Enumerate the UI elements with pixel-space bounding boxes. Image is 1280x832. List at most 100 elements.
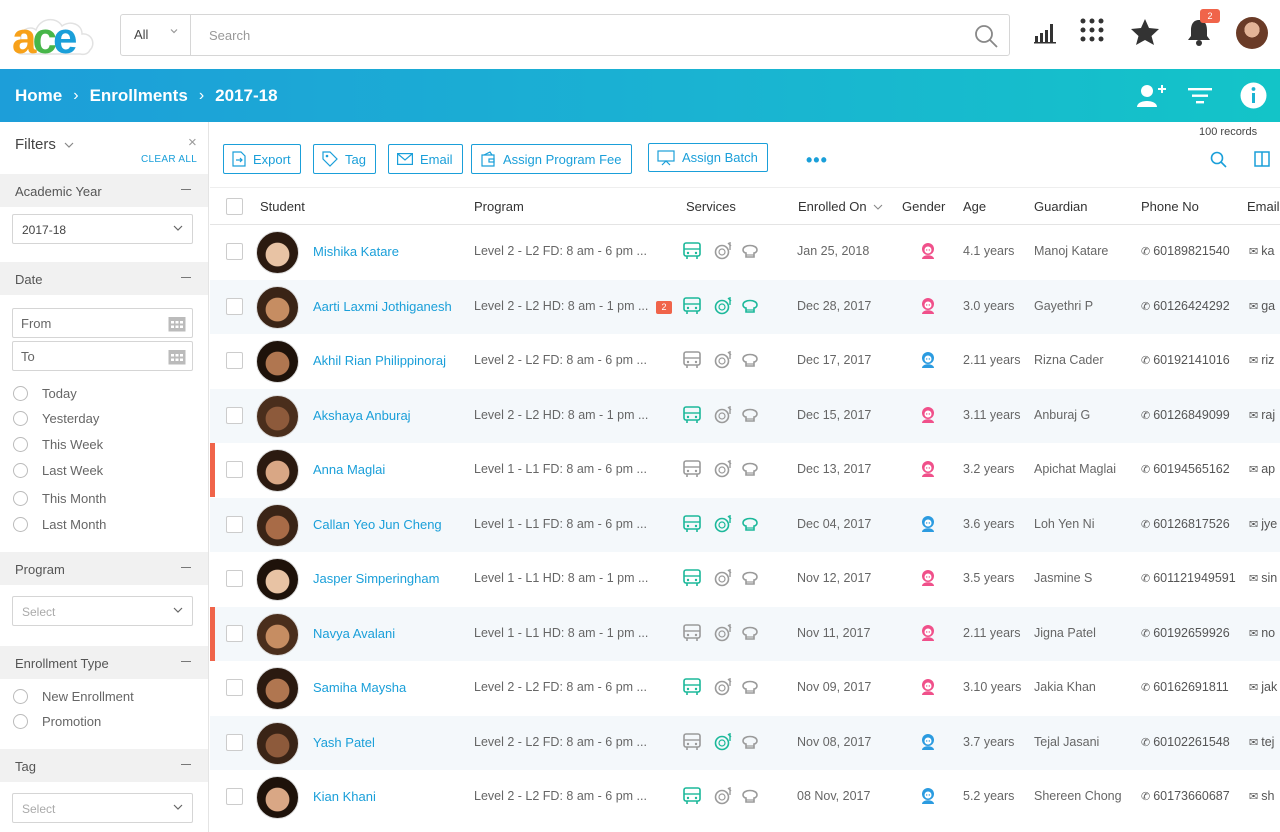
- row-checkbox[interactable]: [226, 406, 243, 424]
- email-address[interactable]: ✉ riz: [1249, 353, 1274, 367]
- column-gender[interactable]: Gender: [902, 199, 945, 214]
- student-name-link[interactable]: Akhil Rian Philippinoraj: [313, 353, 446, 368]
- phone-number[interactable]: ✆ 60173660687: [1141, 789, 1230, 803]
- row-checkbox[interactable]: [226, 570, 243, 587]
- student-name-link[interactable]: Yash Patel: [313, 735, 375, 750]
- radio-icon[interactable]: [13, 689, 28, 704]
- phone-number[interactable]: ✆ 60194565162: [1141, 462, 1230, 476]
- column-program[interactable]: Program: [474, 199, 524, 214]
- student-photo[interactable]: [256, 721, 299, 765]
- export-button[interactable]: Export: [223, 144, 301, 174]
- enrollment-option-promotion[interactable]: Promotion: [13, 714, 101, 729]
- more-actions-button[interactable]: •••: [806, 150, 828, 171]
- select-all-checkbox[interactable]: [226, 198, 243, 215]
- date-option-last-week[interactable]: Last Week: [13, 463, 103, 478]
- column-enrolled-on[interactable]: Enrolled On: [798, 199, 883, 214]
- email-address[interactable]: ✉ no: [1249, 626, 1275, 640]
- email-address[interactable]: ✉ ka: [1249, 244, 1274, 258]
- filter-icon[interactable]: [1188, 87, 1212, 105]
- date-header[interactable]: Date: [0, 262, 208, 295]
- student-name-link[interactable]: Aarti Laxmi Jothiganesh: [313, 299, 452, 314]
- tag-button[interactable]: Tag: [313, 144, 376, 174]
- student-photo[interactable]: [256, 285, 299, 329]
- search-input[interactable]: [193, 15, 963, 55]
- filters-title[interactable]: Filters: [15, 136, 74, 153]
- student-photo[interactable]: [256, 449, 299, 492]
- email-address[interactable]: ✉ sin: [1249, 571, 1277, 585]
- academic-year-header[interactable]: Academic Year: [0, 174, 208, 207]
- enrollment-option-new[interactable]: New Enrollment: [13, 689, 134, 704]
- table-row[interactable]: Jasper Simperingham Level 1 - L1 HD: 8 am…: [210, 552, 1280, 606]
- table-row[interactable]: Callan Yeo Jun Cheng Level 1 - L1 FD: 8 a…: [210, 497, 1280, 552]
- breadcrumb-home[interactable]: Home: [15, 86, 62, 106]
- radio-icon[interactable]: [13, 411, 28, 426]
- email-address[interactable]: ✉ ap: [1249, 462, 1275, 476]
- table-row[interactable]: Aarti Laxmi Jothiganesh Level 2 - L2 HD: …: [210, 279, 1280, 334]
- column-phone[interactable]: Phone No: [1141, 199, 1199, 214]
- student-photo[interactable]: [256, 340, 299, 383]
- student-photo[interactable]: [256, 231, 299, 274]
- apps-grid-icon[interactable]: [1080, 18, 1104, 42]
- phone-number[interactable]: ✆ 60192141016: [1141, 353, 1230, 367]
- student-photo[interactable]: [256, 776, 299, 819]
- columns-icon[interactable]: [1254, 151, 1270, 167]
- radio-icon[interactable]: [13, 437, 28, 452]
- student-name-link[interactable]: Kian Khani: [313, 789, 376, 804]
- column-age[interactable]: Age: [963, 199, 986, 214]
- date-option-today[interactable]: Today: [13, 386, 77, 401]
- clear-all-link[interactable]: CLEAR ALL: [141, 154, 197, 165]
- star-icon[interactable]: [1130, 18, 1160, 46]
- search-icon[interactable]: [973, 23, 999, 49]
- table-row[interactable]: Akshaya Anburaj Level 2 - L2 HD: 8 am - 1…: [210, 388, 1280, 443]
- table-row[interactable]: Kian Khani Level 2 - L2 FD: 8 am - 6 pm .…: [210, 770, 1280, 824]
- row-checkbox[interactable]: [226, 461, 243, 478]
- student-name-link[interactable]: Jasper Simperingham: [313, 571, 439, 586]
- row-checkbox[interactable]: [226, 243, 243, 260]
- phone-number[interactable]: ✆ 60162691811: [1141, 680, 1229, 694]
- radio-icon[interactable]: [13, 491, 28, 506]
- radio-icon[interactable]: [13, 463, 28, 478]
- student-photo[interactable]: [256, 612, 299, 656]
- phone-number[interactable]: ✆ 601121949591: [1141, 571, 1236, 585]
- column-student[interactable]: Student: [260, 199, 305, 214]
- date-option-last-month[interactable]: Last Month: [13, 517, 106, 532]
- enrollment-type-header[interactable]: Enrollment Type: [0, 646, 208, 679]
- column-email[interactable]: Email: [1247, 199, 1280, 214]
- calendar-icon[interactable]: [168, 348, 186, 365]
- breadcrumb-enrollments[interactable]: Enrollments: [90, 86, 188, 106]
- student-name-link[interactable]: Mishika Katare: [313, 244, 399, 259]
- table-row[interactable]: Mishika Katare Level 2 - L2 FD: 8 am - 6 …: [210, 225, 1280, 279]
- date-option-yesterday[interactable]: Yesterday: [13, 411, 99, 426]
- add-user-icon[interactable]: [1137, 83, 1167, 109]
- row-checkbox[interactable]: [226, 733, 243, 751]
- table-row[interactable]: Anna Maglai Level 1 - L1 FD: 8 am - 6 pm …: [210, 443, 1280, 497]
- analytics-icon[interactable]: [1034, 18, 1058, 44]
- email-address[interactable]: ✉ sh: [1249, 789, 1274, 803]
- date-from-input[interactable]: From: [12, 308, 193, 338]
- student-photo[interactable]: [256, 558, 299, 601]
- email-address[interactable]: ✉ raj: [1249, 408, 1275, 422]
- info-icon[interactable]: [1240, 82, 1267, 109]
- academic-year-select[interactable]: 2017-18: [12, 214, 193, 244]
- column-services[interactable]: Services: [686, 199, 736, 214]
- phone-number[interactable]: ✆ 60102261548: [1141, 735, 1230, 749]
- student-photo[interactable]: [256, 503, 299, 547]
- student-name-link[interactable]: Callan Yeo Jun Cheng: [313, 517, 442, 532]
- student-name-link[interactable]: Navya Avalani: [313, 626, 395, 641]
- collapse-icon[interactable]: [181, 277, 191, 278]
- date-option-this-month[interactable]: This Month: [13, 491, 106, 506]
- user-avatar[interactable]: [1236, 17, 1268, 49]
- column-guardian[interactable]: Guardian: [1034, 199, 1087, 214]
- table-search-icon[interactable]: [1210, 151, 1227, 168]
- radio-icon[interactable]: [13, 386, 28, 401]
- student-name-link[interactable]: Anna Maglai: [313, 462, 385, 477]
- sort-chevron-icon[interactable]: [873, 203, 883, 211]
- collapse-icon[interactable]: [181, 764, 191, 765]
- table-row[interactable]: Samiha Maysha Level 2 - L2 FD: 8 am - 6 p…: [210, 661, 1280, 715]
- email-address[interactable]: ✉ jak: [1249, 680, 1277, 694]
- row-checkbox[interactable]: [226, 515, 243, 533]
- email-address[interactable]: ✉ jye: [1249, 517, 1277, 531]
- collapse-icon[interactable]: [181, 661, 191, 662]
- table-row[interactable]: Yash Patel Level 2 - L2 FD: 8 am - 6 pm .…: [210, 715, 1280, 770]
- row-checkbox[interactable]: [226, 297, 243, 315]
